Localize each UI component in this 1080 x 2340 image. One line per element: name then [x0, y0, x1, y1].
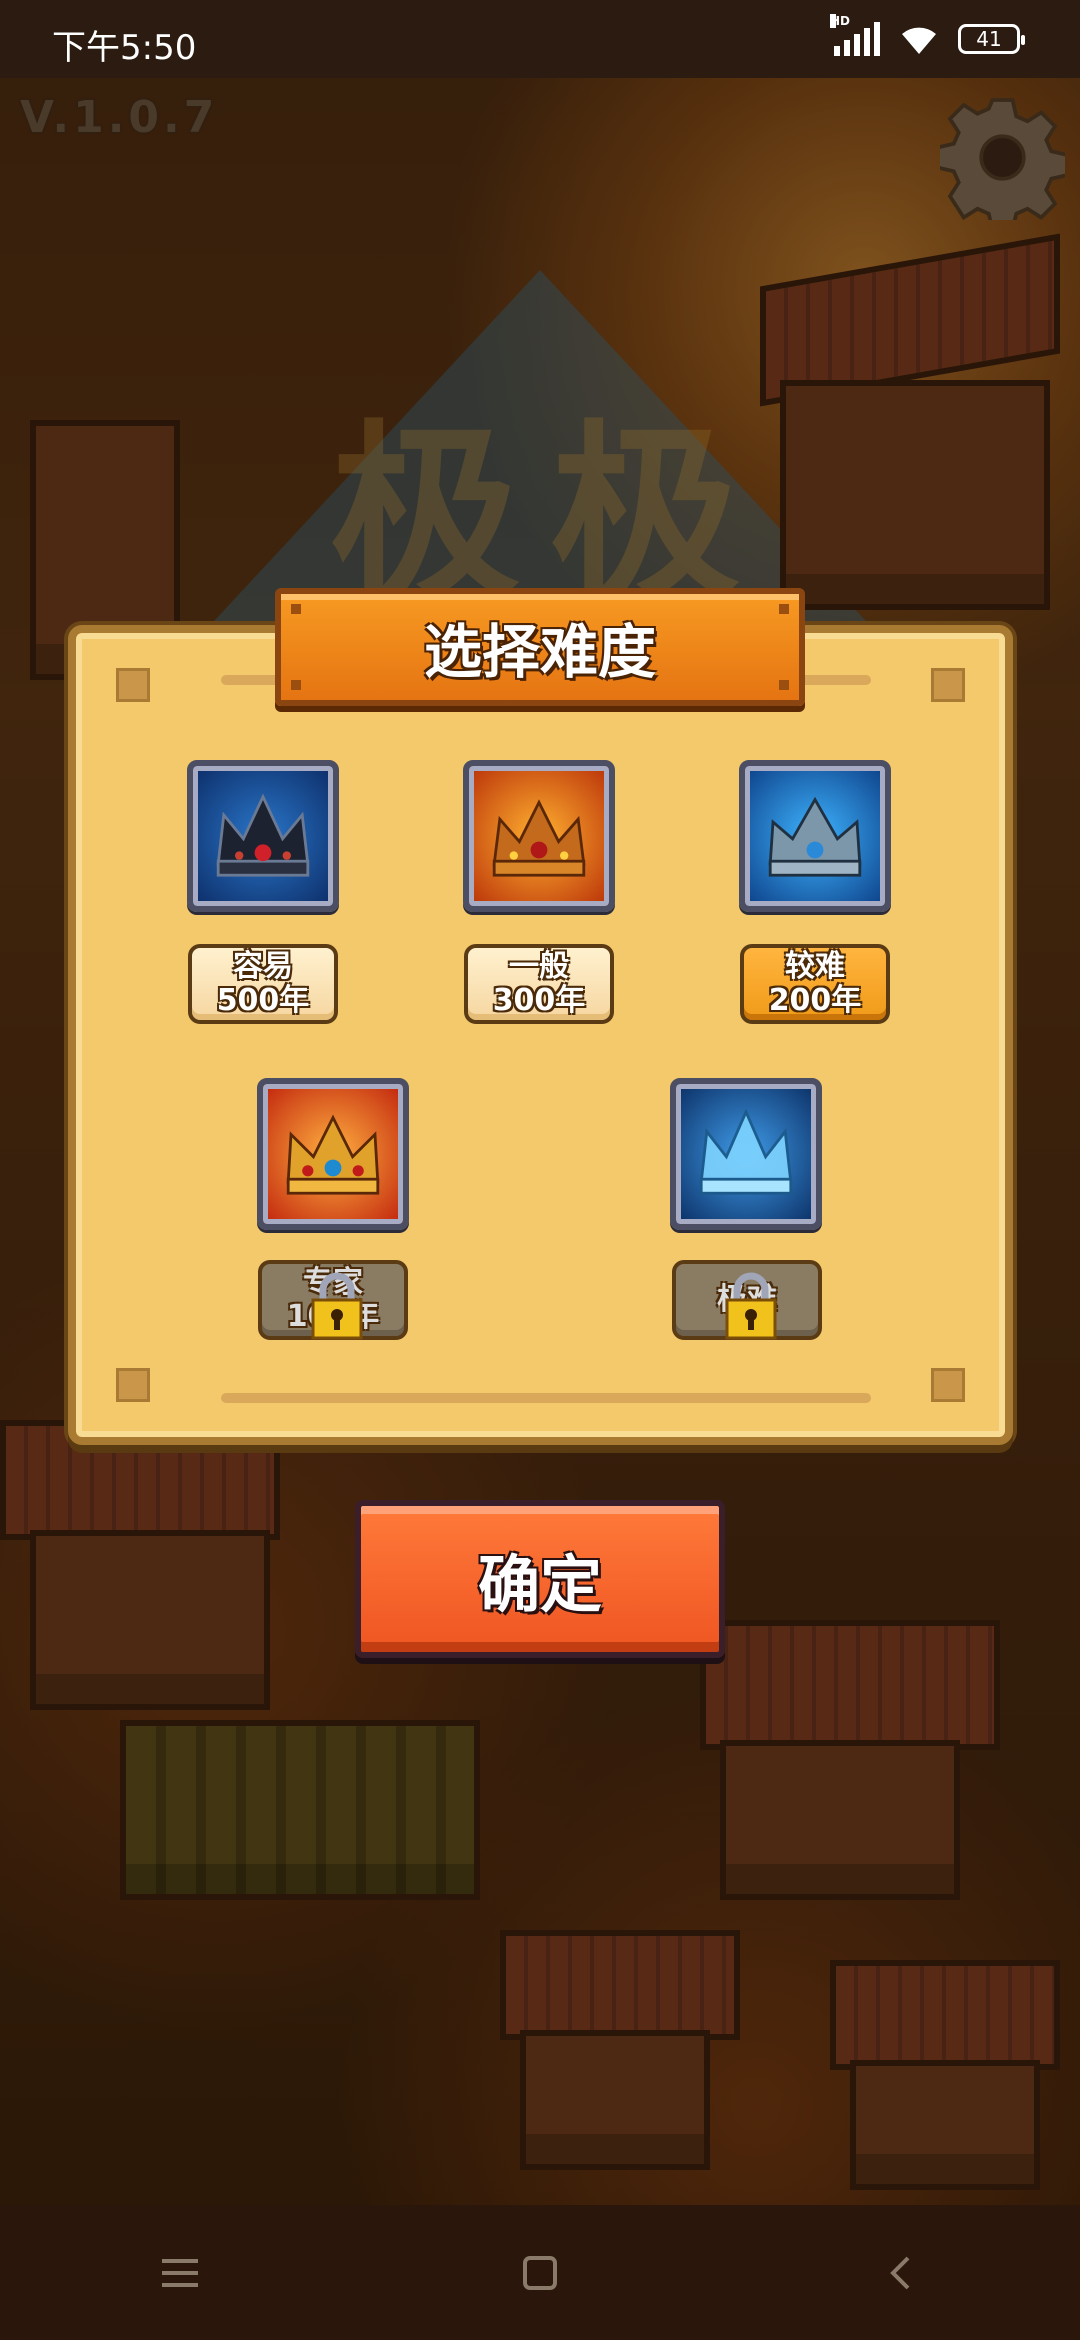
difficulty-option-extreme[interactable] [670, 1078, 822, 1230]
signal-icon: HD [830, 14, 880, 56]
royal-crown-icon [286, 1114, 380, 1195]
silver-crown-icon [768, 796, 862, 877]
lock-icon [725, 1272, 777, 1340]
difficulty-label-hard[interactable]: 较难 200年 [740, 944, 890, 1024]
home-icon[interactable] [500, 2233, 580, 2313]
difficulty-name: 较难 [785, 949, 845, 984]
difficulty-label-extreme[interactable]: 极难 [672, 1260, 822, 1340]
menu-icon[interactable] [140, 2233, 220, 2313]
panel-divider [221, 1393, 871, 1403]
difficulty-panel [68, 625, 1013, 1445]
confirm-button[interactable]: 确定 [355, 1500, 725, 1658]
difficulty-label-expert[interactable]: 专家 100年 [258, 1260, 408, 1340]
network-type: HD [830, 14, 851, 28]
difficulty-name: 一般 [509, 949, 569, 984]
difficulty-option-hard[interactable] [739, 760, 891, 912]
version-label: V.1.0.7 [20, 92, 219, 143]
gear-icon[interactable] [935, 95, 1070, 232]
difficulty-years: 300年 [492, 983, 586, 1018]
difficulty-label-normal[interactable]: 一般 300年 [464, 944, 614, 1024]
difficulty-years: 200年 [768, 983, 862, 1018]
dark-crown-icon [216, 793, 310, 877]
difficulty-option-easy[interactable] [187, 760, 339, 912]
wifi-icon [898, 22, 940, 56]
difficulty-label-easy[interactable]: 容易 500年 [188, 944, 338, 1024]
panel-corner [116, 1368, 150, 1402]
back-icon[interactable] [860, 2233, 940, 2313]
dialog-title: 选择难度 [423, 618, 656, 686]
confirm-button-label: 确定 [477, 1548, 602, 1621]
system-nav-bar [0, 2205, 1080, 2340]
ice-crown-icon [699, 1108, 793, 1195]
lock-icon [311, 1272, 363, 1340]
status-bar: 下午5:50 HD 41 [0, 0, 1080, 78]
battery-icon: 41 [958, 24, 1025, 54]
panel-corner [931, 668, 965, 702]
difficulty-name: 容易 [233, 949, 293, 984]
status-time: 下午5:50 [52, 28, 197, 68]
dialog-title-banner: 选择难度 [275, 588, 805, 706]
panel-corner [931, 1368, 965, 1402]
gold-crown-icon [492, 799, 586, 877]
difficulty-years: 500年 [216, 983, 310, 1018]
difficulty-option-normal[interactable] [463, 760, 615, 912]
difficulty-option-expert[interactable] [257, 1078, 409, 1230]
panel-corner [116, 668, 150, 702]
